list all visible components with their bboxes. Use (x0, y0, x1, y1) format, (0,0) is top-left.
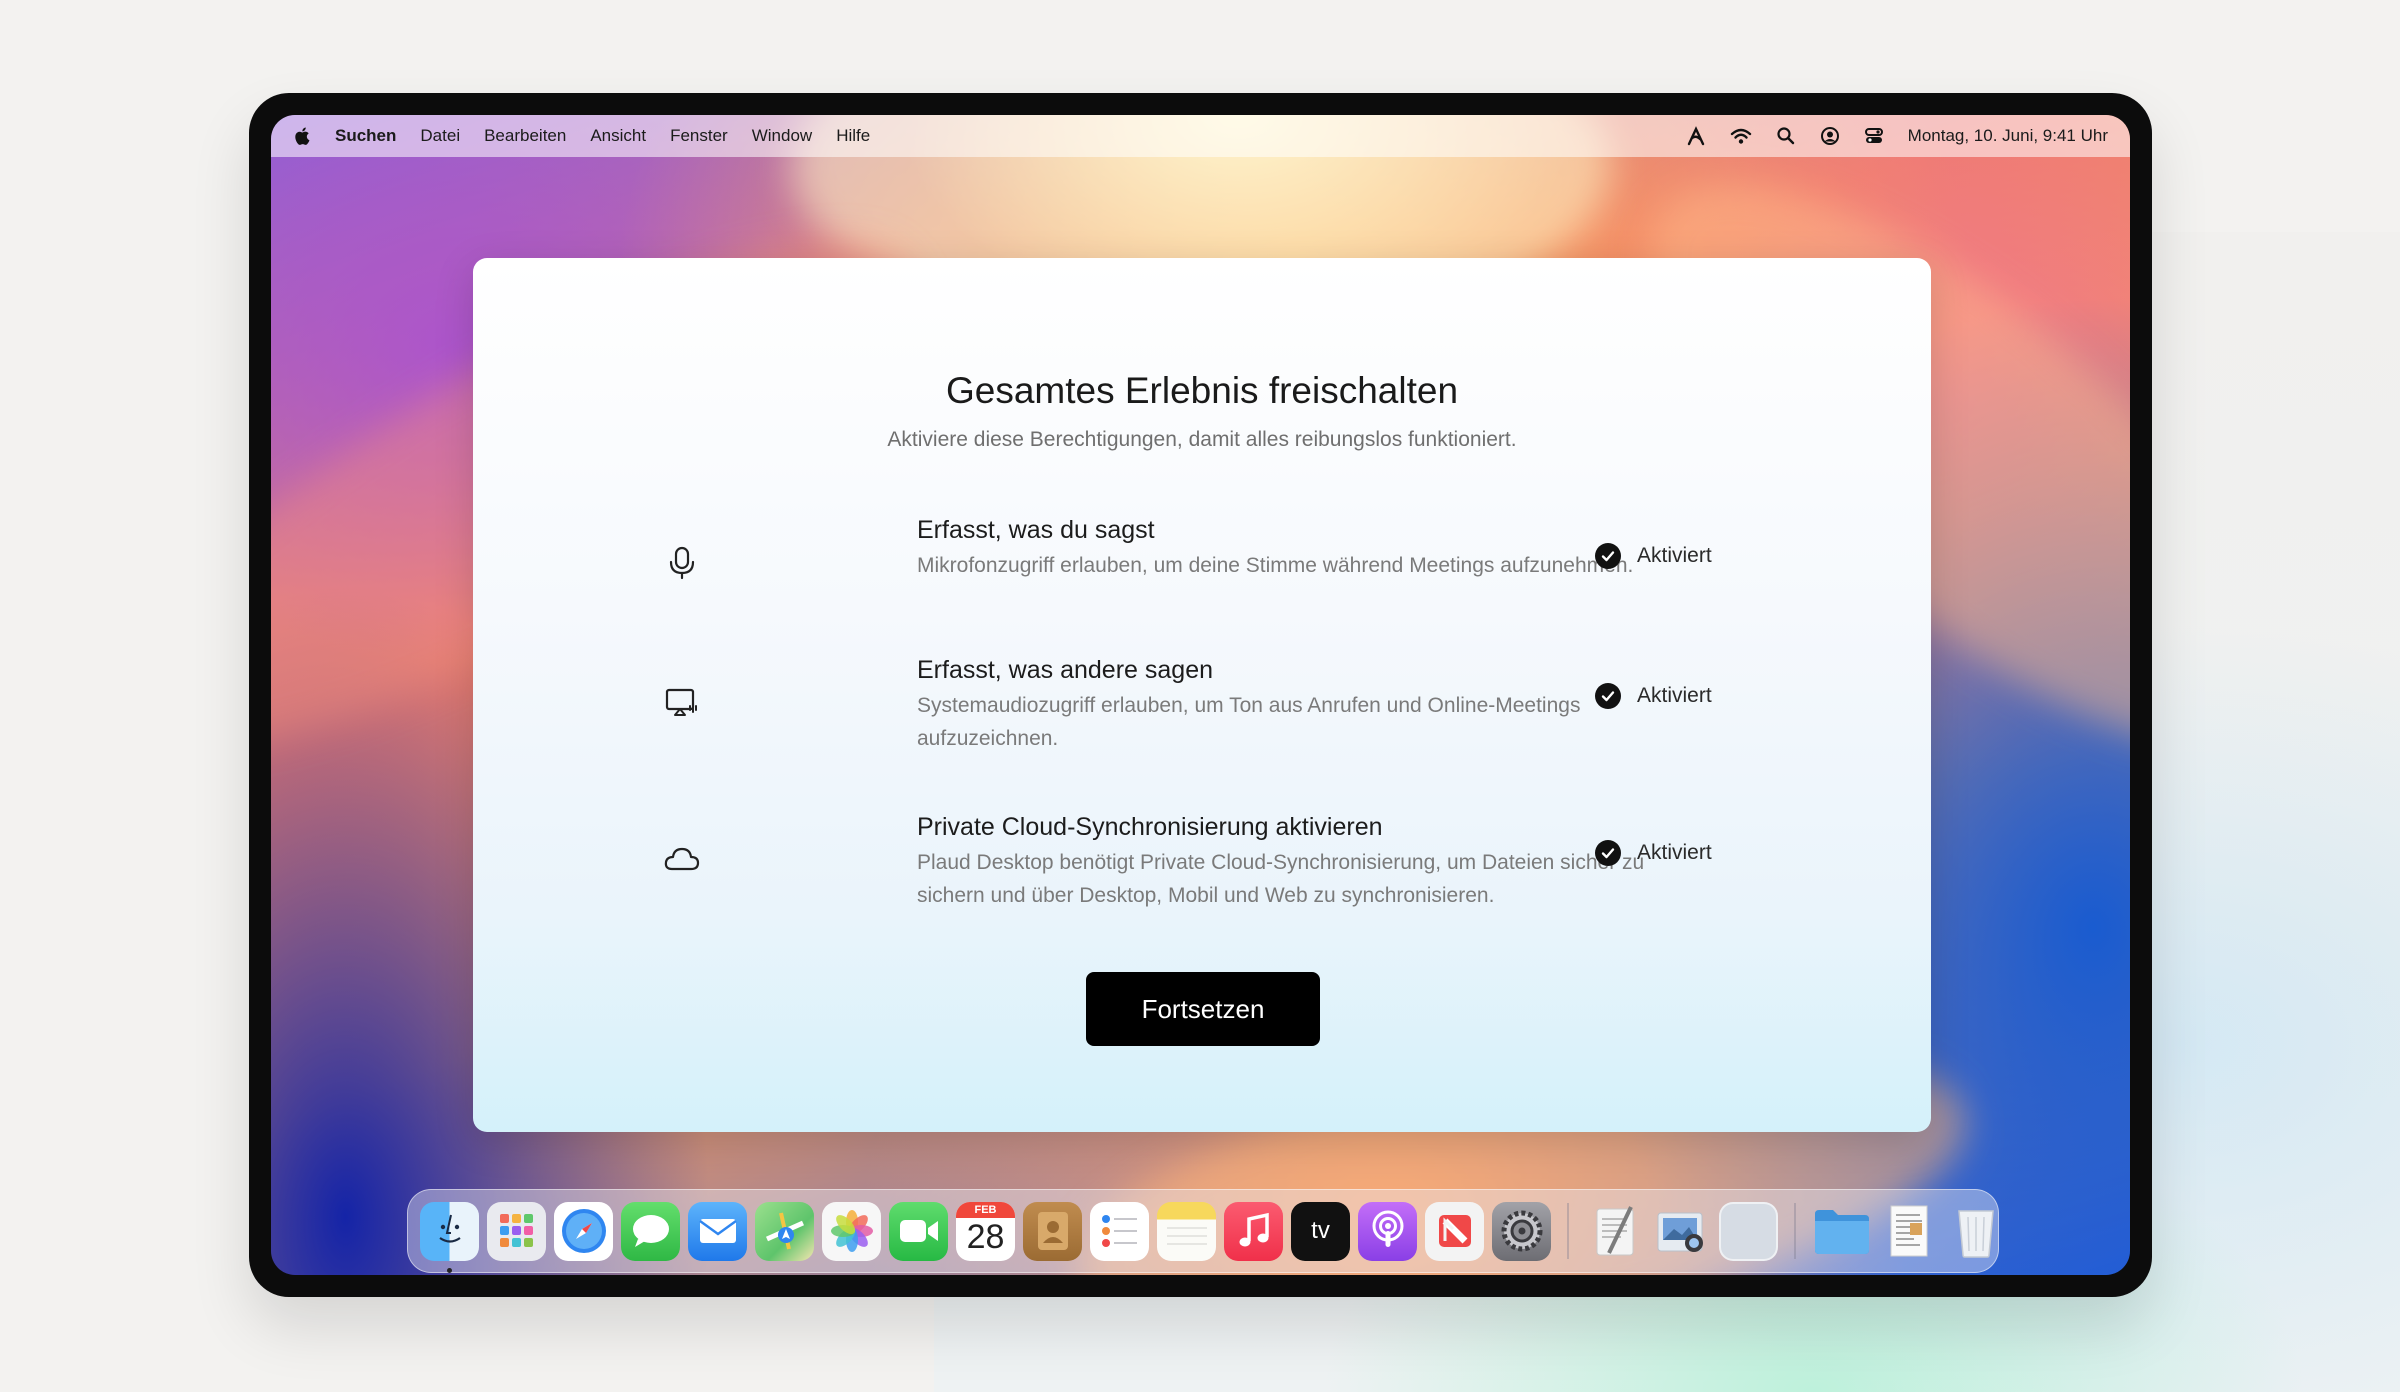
tv-label: tv (1311, 1217, 1330, 1244)
menu-ansicht[interactable]: Ansicht (590, 126, 646, 146)
system-settings-icon[interactable] (1492, 1201, 1551, 1261)
music-icon[interactable] (1224, 1201, 1283, 1261)
menu-hilfe[interactable]: Hilfe (836, 126, 870, 146)
textedit-icon[interactable] (1585, 1202, 1644, 1261)
messages-icon[interactable] (621, 1201, 680, 1261)
document-icon[interactable] (1879, 1202, 1938, 1261)
menu-window[interactable]: Window (752, 126, 812, 146)
user-icon[interactable] (1820, 126, 1840, 146)
apple-logo-icon[interactable] (293, 125, 313, 147)
permission-cloud-sync: Private Cloud-Synchronisierung aktiviere… (663, 813, 1743, 913)
notes-icon[interactable] (1157, 1201, 1216, 1261)
control-center-icon[interactable] (1864, 126, 1884, 146)
device-frame: Suchen Datei Bearbeiten Ansicht Fenster … (249, 93, 2152, 1297)
checkmark-icon (1595, 543, 1621, 569)
dock: FEB 28 tv (407, 1189, 1999, 1273)
permission-status-label: Aktiviert (1637, 841, 1712, 864)
permission-system-audio: Erfasst, was andere sagen Systemaudiozug… (663, 656, 1743, 756)
permission-status-label: Aktiviert (1637, 544, 1712, 567)
continue-button[interactable]: Fortsetzen (1086, 972, 1320, 1046)
launchpad-icon[interactable] (487, 1201, 546, 1261)
dock-separator (1794, 1203, 1796, 1259)
wifi-icon[interactable] (1730, 127, 1752, 145)
tv-icon[interactable]: tv (1291, 1201, 1350, 1261)
menu-datei[interactable]: Datei (420, 126, 460, 146)
cloud-icon (664, 847, 700, 871)
microphone-icon (669, 546, 695, 580)
permission-status: Aktiviert (1595, 683, 1712, 709)
search-icon[interactable] (1776, 126, 1796, 146)
podcasts-icon[interactable] (1358, 1201, 1417, 1261)
menu-fenster[interactable]: Fenster (670, 126, 728, 146)
permission-status: Aktiviert (1595, 543, 1712, 569)
dock-separator (1567, 1203, 1569, 1259)
permission-microphone: Erfasst, was du sagst Mikrofonzugriff er… (663, 516, 1743, 616)
menu-bar: Suchen Datei Bearbeiten Ansicht Fenster … (271, 115, 2130, 157)
screen-audio-icon (665, 688, 697, 716)
dialog-subtitle: Aktiviere diese Berechtigungen, damit al… (887, 428, 1517, 451)
permission-description: Mikrofonzugriff erlauben, um deine Stimm… (917, 554, 1634, 577)
maps-icon[interactable] (755, 1201, 814, 1261)
finder-icon[interactable] (420, 1201, 479, 1273)
permission-title: Erfasst, was andere sagen (917, 656, 1213, 684)
preview-icon[interactable] (1652, 1202, 1711, 1261)
dialog-title: Gesamtes Erlebnis freischalten (945, 370, 1459, 411)
menu-app-name[interactable]: Suchen (335, 126, 396, 146)
menu-bearbeiten[interactable]: Bearbeiten (484, 126, 566, 146)
permission-title: Erfasst, was du sagst (917, 516, 1155, 544)
calendar-month: FEB (956, 1201, 1015, 1218)
folder-icon[interactable] (1812, 1202, 1871, 1261)
permission-status: Aktiviert (1595, 840, 1712, 866)
calendar-icon[interactable]: FEB 28 (956, 1201, 1015, 1261)
checkmark-icon (1595, 683, 1621, 709)
safari-icon[interactable] (554, 1201, 613, 1261)
desktop-screen: Suchen Datei Bearbeiten Ansicht Fenster … (271, 115, 2130, 1275)
news-icon[interactable] (1425, 1201, 1484, 1261)
photos-icon[interactable] (822, 1201, 881, 1261)
text-input-icon[interactable] (1686, 126, 1706, 146)
menu-clock[interactable]: Montag, 10. Juni, 9:41 Uhr (1908, 126, 2108, 146)
permission-description: Systemaudiozugriff erlauben, um Ton aus … (917, 694, 1581, 750)
reminders-icon[interactable] (1090, 1201, 1149, 1261)
calendar-day: 28 (966, 1217, 1005, 1256)
contacts-icon[interactable] (1023, 1201, 1082, 1261)
mail-icon[interactable] (688, 1201, 747, 1261)
facetime-icon[interactable] (889, 1201, 948, 1261)
permission-status-label: Aktiviert (1637, 684, 1712, 707)
checkmark-icon (1595, 840, 1621, 866)
blank-app-icon[interactable] (1719, 1201, 1778, 1261)
permission-title: Private Cloud-Synchronisierung aktiviere… (917, 813, 1383, 841)
permission-description: Plaud Desktop benötigt Private Cloud-Syn… (917, 851, 1645, 907)
permissions-dialog: Gesamtes Erlebnis freischalten Aktiviere… (473, 258, 1931, 1132)
trash-icon[interactable] (1946, 1202, 2005, 1261)
status-area: Montag, 10. Juni, 9:41 Uhr (1686, 126, 2108, 146)
running-indicator (447, 1267, 452, 1273)
